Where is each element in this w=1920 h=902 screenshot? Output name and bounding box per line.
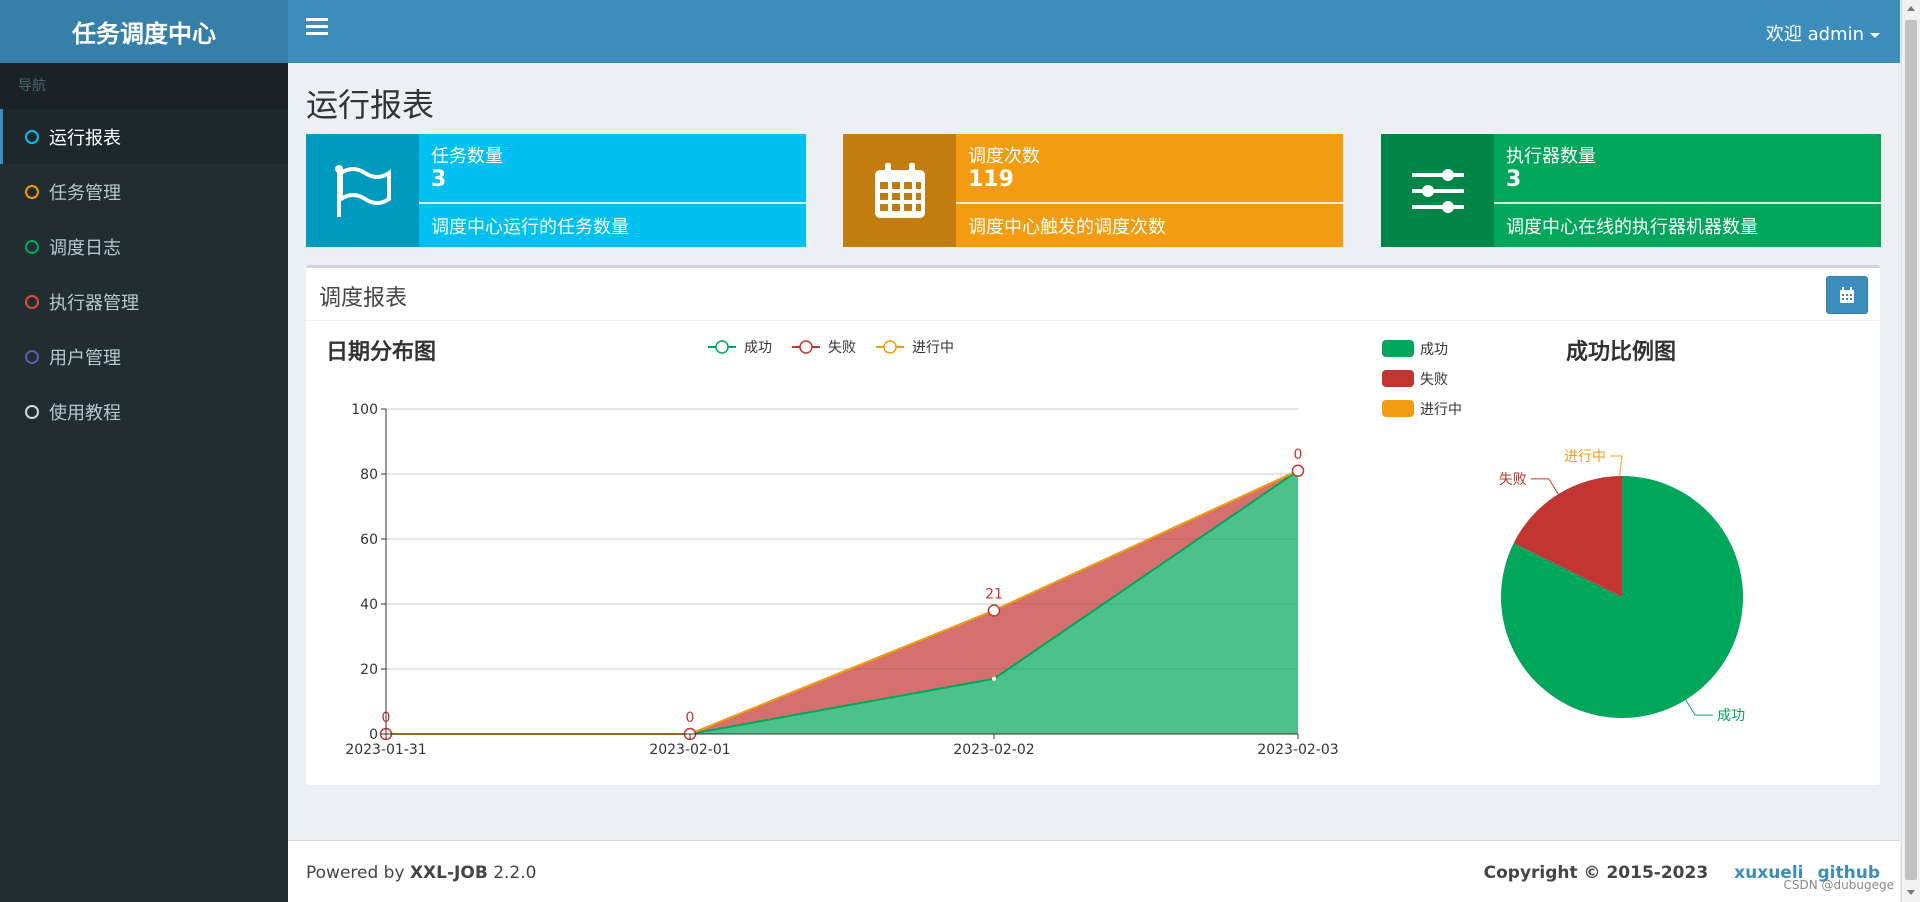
sidebar-item-label: 任务管理: [49, 182, 121, 204]
app-logo[interactable]: 任务调度中心: [0, 0, 288, 63]
scroll-down-icon[interactable]: [1907, 890, 1915, 895]
version: 2.2.0: [493, 863, 537, 883]
sidebar-item-logs[interactable]: 调度日志: [0, 219, 288, 274]
flag-icon: [306, 134, 419, 247]
page-title: 运行报表: [306, 86, 435, 124]
sidebar-item-users[interactable]: 用户管理: [0, 329, 288, 384]
watermark: CSDN @dubugege: [1783, 878, 1894, 892]
info-description: 调度中心运行的任务数量: [431, 217, 629, 238]
circle-icon: [25, 184, 39, 199]
sidebar-item-executors[interactable]: 执行器管理: [0, 274, 288, 329]
sidebar-item-help[interactable]: 使用教程: [0, 384, 288, 439]
circle-icon: [25, 129, 39, 144]
sidebar-header: 导航: [0, 63, 288, 109]
info-box-jobs: 任务数量 3 调度中心运行的任务数量: [306, 134, 806, 247]
info-box-triggers: 调度次数 119 调度中心触发的调度次数: [843, 134, 1343, 247]
scroll-thumb[interactable]: [1905, 20, 1917, 880]
sidebar-item-jobs[interactable]: 任务管理: [0, 164, 288, 219]
menu-toggle-icon[interactable]: [306, 18, 328, 40]
divider: [306, 320, 1880, 321]
progress-divider: [956, 202, 1343, 204]
sidebar-item-label: 执行器管理: [49, 292, 139, 314]
circle-icon: [25, 239, 39, 254]
info-label: 任务数量: [431, 146, 503, 167]
sidebar-item-label: 调度日志: [49, 237, 121, 259]
pie-chart-title: 成功比例图: [1566, 340, 1677, 365]
info-label: 执行器数量: [1506, 146, 1596, 167]
info-value: 3: [431, 167, 447, 192]
user-menu[interactable]: 欢迎 admin: [1766, 20, 1880, 46]
sliders-icon: [1381, 134, 1494, 247]
scroll-up-icon[interactable]: [1907, 6, 1915, 11]
line-chart-title: 日期分布图: [326, 340, 437, 365]
progress-divider: [1494, 202, 1881, 204]
info-value: 3: [1506, 167, 1522, 192]
info-box-executors: 执行器数量 3 调度中心在线的执行器机器数量: [1381, 134, 1881, 247]
sidebar-item-label: 运行报表: [49, 127, 121, 149]
calendar-icon: [843, 134, 956, 247]
user-greeting: 欢迎 admin: [1765, 24, 1864, 45]
info-description: 调度中心触发的调度次数: [968, 217, 1166, 238]
calendar-icon: [1840, 286, 1854, 303]
powered-prefix: Powered by: [306, 863, 405, 883]
copyright: Copyright © 2015-2023: [1483, 863, 1709, 883]
circle-icon: [25, 349, 39, 364]
caret-down-icon: [1870, 32, 1880, 38]
powered-name: XXL-JOB: [409, 863, 488, 883]
report-title: 调度报表: [319, 286, 408, 311]
scrollbar[interactable]: [1901, 0, 1920, 902]
info-label: 调度次数: [968, 146, 1040, 167]
sidebar-item-label: 用户管理: [49, 347, 121, 369]
info-description: 调度中心在线的执行器机器数量: [1506, 217, 1758, 238]
circle-icon: [25, 404, 39, 419]
footer-powered: Powered by XXL-JOB 2.2.0: [306, 863, 536, 883]
top-header: 欢迎 admin: [288, 0, 1900, 63]
date-range-button[interactable]: [1826, 276, 1868, 314]
info-value: 119: [968, 167, 1014, 192]
sidebar-item-label: 使用教程: [49, 402, 121, 424]
sidebar-item-dashboard[interactable]: 运行报表: [0, 109, 288, 164]
progress-divider: [419, 202, 806, 204]
circle-icon: [25, 294, 39, 309]
sidebar: 导航 运行报表 任务管理 调度日志 执行器管理 用户管理 使用教程: [0, 63, 288, 902]
footer: Powered by XXL-JOB 2.2.0 Copyright © 201…: [288, 840, 1900, 902]
